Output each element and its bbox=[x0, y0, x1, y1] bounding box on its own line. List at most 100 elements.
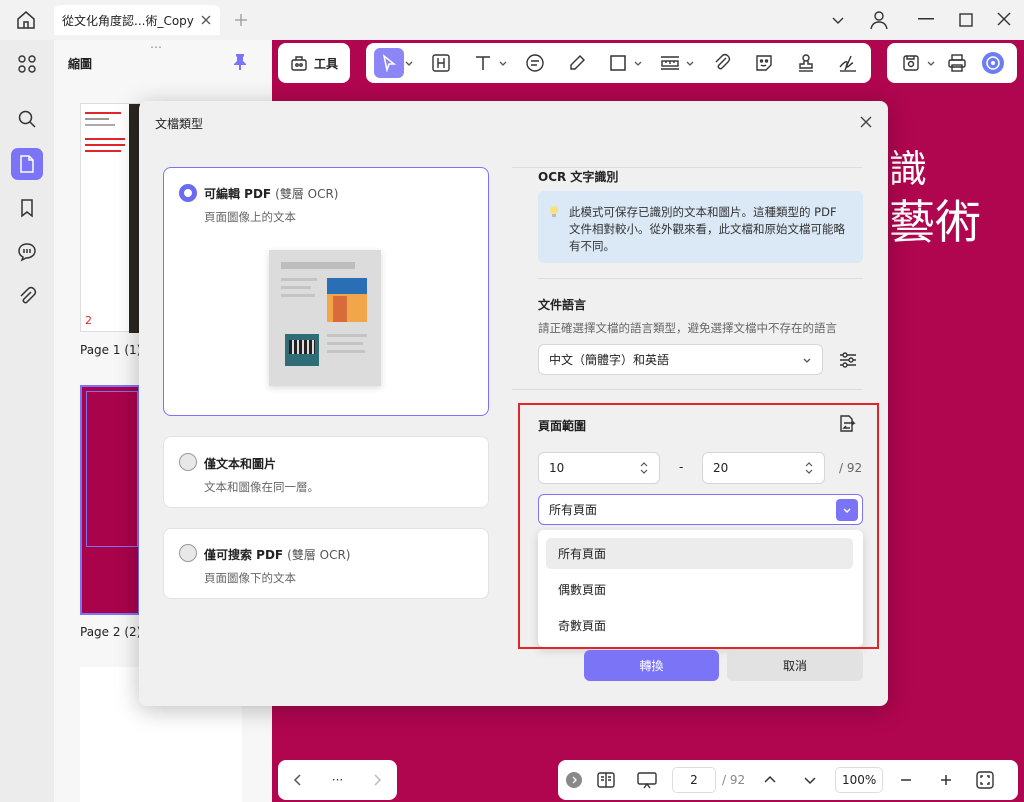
sticker-icon[interactable] bbox=[749, 48, 779, 78]
chevron-down-icon[interactable] bbox=[685, 58, 695, 68]
page-total: / 92 bbox=[722, 773, 746, 787]
close-tab-icon[interactable] bbox=[200, 14, 212, 26]
text-tool-icon[interactable] bbox=[468, 48, 498, 78]
view-bar: 2 / 92 100% bbox=[558, 760, 1018, 800]
language-heading: 文件語言 bbox=[538, 298, 587, 312]
collapse-icon[interactable] bbox=[566, 772, 582, 788]
close-window-icon[interactable] bbox=[996, 11, 1012, 27]
new-tab-icon[interactable] bbox=[232, 11, 250, 29]
chevron-down-icon[interactable] bbox=[404, 58, 414, 68]
user-icon[interactable] bbox=[868, 9, 890, 31]
page-number-input[interactable]: 2 bbox=[672, 767, 716, 793]
signature-icon[interactable] bbox=[833, 48, 863, 78]
panel-resize-handle[interactable]: ⋯ bbox=[150, 40, 163, 54]
file-toolbar bbox=[887, 43, 1017, 83]
left-rail bbox=[0, 40, 54, 802]
presentation-icon[interactable] bbox=[636, 771, 658, 789]
next-icon[interactable] bbox=[370, 773, 384, 787]
cancel-button[interactable]: 取消 bbox=[727, 650, 863, 681]
option-description: 文本和圖像在同一層。 bbox=[204, 480, 319, 494]
thumbnail-page-number: 2 bbox=[85, 314, 92, 327]
print-icon[interactable] bbox=[942, 48, 972, 78]
language-value: 中文（簡體字）和英語 bbox=[549, 353, 670, 367]
comment-icon[interactable] bbox=[11, 236, 43, 268]
heading-icon[interactable] bbox=[426, 48, 456, 78]
editable-pdf-illustration bbox=[269, 250, 381, 386]
previous-icon[interactable] bbox=[291, 773, 305, 787]
bookmark-icon[interactable] bbox=[11, 192, 43, 224]
attachment-icon[interactable] bbox=[11, 280, 43, 312]
home-icon[interactable] bbox=[14, 8, 38, 32]
radio-text-and-images[interactable] bbox=[179, 453, 197, 471]
option-title: 僅文本和圖片 bbox=[204, 457, 277, 471]
save-icon[interactable] bbox=[896, 48, 926, 78]
option-title: 僅可搜索 PDF bbox=[204, 548, 284, 562]
convert-button[interactable]: 轉換 bbox=[584, 650, 719, 681]
page-1-thumbnail[interactable]: 2 bbox=[80, 103, 140, 333]
tab-title: 從文化角度認...術_Copy bbox=[62, 13, 194, 28]
option-searchable-pdf[interactable]: 僅可搜索 PDF (雙層 OCR) 頁面圖像下的文本 bbox=[163, 528, 489, 599]
lightbulb-icon bbox=[548, 205, 560, 219]
document-tab[interactable]: 從文化角度認...術_Copy bbox=[54, 5, 220, 35]
thumbnails-page-icon[interactable] bbox=[11, 148, 43, 180]
divider bbox=[538, 278, 863, 279]
title-bar: 從文化角度認...術_Copy bbox=[0, 0, 1024, 40]
option-editable-pdf[interactable]: 可編輯 PDF (雙層 OCR) 頁面圖像上的文本 bbox=[163, 167, 489, 416]
panel-title: 縮圖 bbox=[68, 57, 93, 71]
language-description: 請正確選擇文檔的語言類型，避免選擇文檔中不存在的語言 bbox=[538, 321, 837, 335]
annotation-highlight-box bbox=[518, 403, 879, 649]
ocr-info-text: 此模式可保存已識別的文本和圖片。這種類型的 PDF 文件相對較小。從外觀來看，此… bbox=[569, 205, 845, 253]
chevron-down-icon[interactable] bbox=[498, 58, 508, 68]
annotation-toolbar bbox=[366, 43, 871, 83]
minimize-icon[interactable] bbox=[918, 18, 934, 20]
close-icon[interactable] bbox=[859, 115, 873, 129]
language-settings-icon[interactable] bbox=[838, 350, 858, 370]
chevron-down-icon[interactable] bbox=[830, 12, 846, 28]
toolbox-icon bbox=[291, 56, 307, 71]
dialog-title: 文檔類型 bbox=[155, 117, 204, 131]
previous-page-icon[interactable] bbox=[763, 773, 777, 787]
more-options[interactable]: ··· bbox=[332, 773, 343, 787]
highlighter-icon[interactable] bbox=[562, 48, 592, 78]
option-suffix: (雙層 OCR) bbox=[275, 187, 339, 201]
zoom-in-icon[interactable] bbox=[939, 773, 953, 787]
ai-assistant-icon[interactable] bbox=[978, 48, 1008, 78]
ocr-heading: OCR 文字識別 bbox=[538, 170, 619, 184]
paperclip-icon[interactable] bbox=[707, 48, 737, 78]
pin-icon[interactable] bbox=[232, 53, 248, 71]
apps-grid-icon[interactable] bbox=[11, 48, 43, 80]
next-page-icon[interactable] bbox=[803, 773, 817, 787]
option-description: 頁面圖像下的文本 bbox=[204, 571, 296, 585]
zoom-level[interactable]: 100% bbox=[835, 767, 884, 793]
search-icon[interactable] bbox=[11, 103, 43, 135]
option-title: 可編輯 PDF bbox=[204, 187, 272, 201]
select-cursor-icon[interactable] bbox=[374, 48, 404, 78]
fit-page-icon[interactable] bbox=[975, 770, 995, 790]
document-heading-part2: 藝術 bbox=[889, 195, 981, 249]
stamp-icon[interactable] bbox=[791, 48, 821, 78]
chevron-down-icon[interactable] bbox=[633, 58, 643, 68]
tools-label: 工具 bbox=[313, 56, 338, 71]
option-text-and-images[interactable]: 僅文本和圖片 文本和圖像在同一層。 bbox=[163, 436, 489, 508]
language-select[interactable]: 中文（簡體字）和英語 bbox=[538, 344, 823, 375]
chevron-down-icon[interactable] bbox=[926, 58, 936, 68]
maximize-icon[interactable] bbox=[958, 12, 974, 28]
option-suffix: (雙層 OCR) bbox=[287, 548, 351, 562]
page-2-label: Page 2 (2) bbox=[80, 625, 142, 639]
page-2-thumbnail[interactable] bbox=[80, 385, 140, 615]
note-icon[interactable] bbox=[520, 48, 550, 78]
radio-searchable-pdf[interactable] bbox=[179, 544, 197, 562]
page-nav-bar: ··· bbox=[278, 760, 397, 800]
document-type-dialog: 文檔類型 可編輯 PDF (雙層 OCR) 頁面圖像上的文本 僅文本和圖片 文本… bbox=[139, 101, 888, 706]
rectangle-shape-icon[interactable] bbox=[603, 48, 633, 78]
option-description: 頁面圖像上的文本 bbox=[204, 210, 296, 224]
reading-mode-icon[interactable] bbox=[596, 771, 616, 789]
divider bbox=[512, 389, 862, 390]
zoom-out-icon[interactable] bbox=[899, 773, 913, 787]
chevron-down-icon bbox=[803, 358, 811, 363]
radio-editable-pdf[interactable] bbox=[179, 184, 197, 202]
measure-ruler-icon[interactable] bbox=[655, 48, 685, 78]
ocr-info-box: 此模式可保存已識別的文本和圖片。這種類型的 PDF 文件相對較小。從外觀來看，此… bbox=[538, 191, 863, 263]
page-1-label: Page 1 (1) bbox=[80, 343, 142, 357]
tools-button[interactable]: 工具 bbox=[278, 43, 350, 83]
